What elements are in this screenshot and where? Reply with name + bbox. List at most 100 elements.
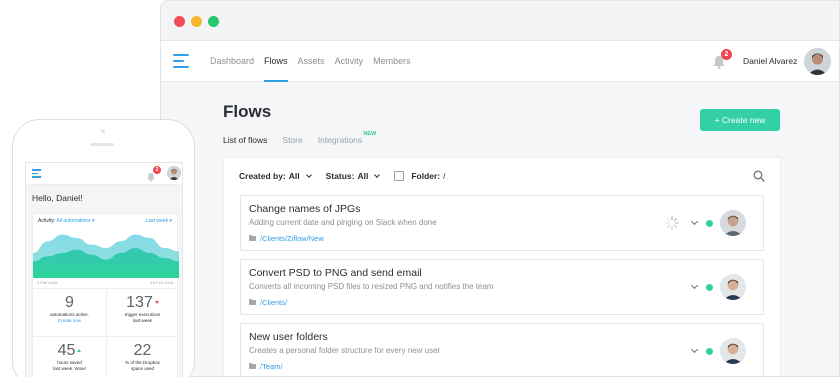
user-name[interactable]: Daniel Alvarez xyxy=(743,41,797,81)
stat-value: 22 xyxy=(133,342,152,359)
phone-frame: 2 Hello, Daniel! Activity: All automatio… xyxy=(12,119,195,377)
activity-filter[interactable]: Activity: All automations ▾ xyxy=(38,218,94,224)
chevron-down-icon[interactable] xyxy=(690,345,699,354)
avatar[interactable] xyxy=(720,210,746,236)
chart-end-date: 16 Feb 2016 xyxy=(150,280,173,285)
stat-value: 9 xyxy=(65,294,74,311)
chevron-down-icon xyxy=(374,172,381,178)
flow-path-link[interactable]: /Clients/Ziflow/New xyxy=(260,234,324,243)
tab-store[interactable]: Store xyxy=(282,135,302,145)
status-filter[interactable]: Status: All xyxy=(326,171,382,181)
phone-speaker xyxy=(90,143,114,146)
spinner-icon xyxy=(665,216,679,230)
flow-path: /Clients/Ziflow/New xyxy=(249,234,324,243)
stat-value: 137 xyxy=(126,294,153,311)
status-indicator xyxy=(706,348,713,355)
stat-automations: 9 automations active. Create new xyxy=(33,294,106,324)
tab-list-of-flows[interactable]: List of flows xyxy=(223,135,267,145)
chevron-down-icon[interactable] xyxy=(690,281,699,290)
stat-value: 45 xyxy=(57,342,76,359)
notification-count-badge: 2 xyxy=(721,49,732,60)
trend-down-icon xyxy=(154,301,159,305)
window-titlebar xyxy=(161,1,839,41)
app-header: Dashboard Flows Assets Activity Members … xyxy=(161,41,839,82)
flow-path: /Clients/ xyxy=(249,298,287,307)
search-icon[interactable] xyxy=(753,169,765,182)
folder-value: / xyxy=(443,171,446,181)
flow-title: New user folders xyxy=(249,331,328,343)
flow-description: Creates a personal folder structure for … xyxy=(249,346,441,355)
chevron-down-icon xyxy=(305,172,312,178)
flow-row[interactable]: Convert PSD to PNG and send email Conver… xyxy=(240,259,764,315)
folder-checkbox[interactable] xyxy=(394,171,405,181)
flows-panel: Created by: All Status: All Folder: / Ch… xyxy=(223,157,781,376)
tab-integrations[interactable]: Integrations NEW xyxy=(317,131,376,145)
mobile-screen: 2 Hello, Daniel! Activity: All automatio… xyxy=(25,162,183,377)
divider xyxy=(33,288,177,289)
avatar[interactable] xyxy=(167,166,181,180)
mobile-header: 2 xyxy=(26,163,182,185)
chevron-down-icon[interactable] xyxy=(690,217,699,226)
main-nav: Dashboard Flows Assets Activity Members xyxy=(210,41,411,82)
flow-row[interactable]: Change names of JPGs Adding current date… xyxy=(240,195,764,251)
activity-chart xyxy=(33,234,179,278)
flow-path-link[interactable]: /Clients/ xyxy=(260,298,287,307)
created-by-label: Created by: xyxy=(239,171,286,181)
avatar[interactable] xyxy=(720,338,746,364)
stat-label-2: space used xyxy=(130,366,155,371)
chart-start-date: 9 Feb 2016 xyxy=(37,280,58,285)
maximize-window-button[interactable] xyxy=(208,16,219,27)
flow-path-link[interactable]: /Team/ xyxy=(260,362,283,371)
activity-label: Activity: xyxy=(38,218,56,224)
stat-label-2: last week. Wow! xyxy=(53,366,86,371)
chevron-down-icon: ▾ xyxy=(91,218,95,224)
stat-dropbox-space: 22 % of the Dropbox space used xyxy=(106,342,179,372)
folder-filter[interactable]: Folder: / xyxy=(394,171,446,181)
minimize-window-button[interactable] xyxy=(191,16,202,27)
folder-icon xyxy=(249,298,256,305)
activity-value: All automations xyxy=(56,218,91,224)
nav-dashboard[interactable]: Dashboard xyxy=(210,41,254,82)
new-badge: NEW xyxy=(363,131,377,137)
page-title: Flows xyxy=(223,102,272,121)
flow-description: Adding current date and pinging on Slack… xyxy=(249,218,437,227)
filter-bar: Created by: All Status: All Folder: / xyxy=(239,171,446,181)
flow-title: Change names of JPGs xyxy=(249,203,361,215)
avatar[interactable] xyxy=(804,48,831,75)
close-window-button[interactable] xyxy=(174,16,185,27)
desktop-app-window: Dashboard Flows Assets Activity Members … xyxy=(160,0,840,377)
nav-flows[interactable]: Flows xyxy=(264,41,288,82)
period-selector[interactable]: Last week ▾ xyxy=(146,218,172,224)
folder-icon xyxy=(249,234,256,241)
tab-integrations-label: Integrations xyxy=(317,135,363,145)
notification-count-badge: 2 xyxy=(153,166,161,174)
stat-label-2: last week xyxy=(133,318,152,323)
status-value: All xyxy=(357,171,369,181)
avatar[interactable] xyxy=(720,274,746,300)
flow-path: /Team/ xyxy=(249,362,283,371)
created-by-value: All xyxy=(288,171,300,181)
period-label: Last week xyxy=(145,218,169,224)
folder-label: Folder: xyxy=(411,171,441,181)
subtabs: List of flows Store Integrations NEW xyxy=(223,131,376,145)
status-label: Status: xyxy=(325,171,355,181)
create-new-button[interactable]: + Create new xyxy=(700,109,780,131)
activity-card: Activity: All automations ▾ Last week ▾ … xyxy=(32,213,179,377)
logo-icon[interactable] xyxy=(32,169,41,178)
nav-members[interactable]: Members xyxy=(373,41,411,82)
stat-hours-saved: 45 hours saved last week. Wow! xyxy=(33,342,106,372)
trend-up-icon xyxy=(77,349,82,353)
create-new-link[interactable]: Create new xyxy=(33,318,106,324)
flow-row[interactable]: New user folders Creates a personal fold… xyxy=(240,323,764,376)
status-indicator xyxy=(706,284,713,291)
stat-trigger-executions: 137 trigger executions last week xyxy=(106,294,179,324)
folder-icon xyxy=(249,362,256,369)
created-by-filter[interactable]: Created by: All xyxy=(239,171,313,181)
nav-activity[interactable]: Activity xyxy=(335,41,364,82)
phone-camera xyxy=(101,129,105,133)
nav-assets[interactable]: Assets xyxy=(298,41,325,82)
greeting: Hello, Daniel! xyxy=(32,193,83,203)
logo-icon[interactable] xyxy=(173,54,189,68)
divider xyxy=(33,336,177,337)
flow-description: Converts all incoming PSD files to resiz… xyxy=(249,282,494,291)
